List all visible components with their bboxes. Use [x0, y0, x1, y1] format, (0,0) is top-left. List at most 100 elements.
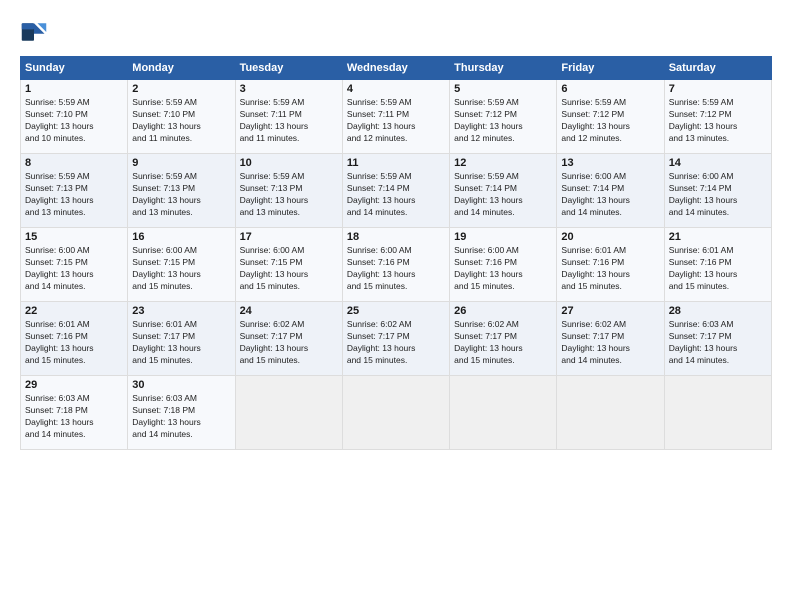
day-info: Sunrise: 5:59 AMSunset: 7:13 PMDaylight:…: [25, 171, 123, 219]
day-number: 8: [25, 157, 123, 169]
day-number: 18: [347, 231, 445, 243]
day-info: Sunrise: 6:00 AMSunset: 7:15 PMDaylight:…: [240, 245, 338, 293]
weekday-header-row: Sunday Monday Tuesday Wednesday Thursday…: [21, 57, 772, 80]
table-row: [557, 376, 664, 450]
day-number: 23: [132, 305, 230, 317]
day-number: 11: [347, 157, 445, 169]
day-number: 10: [240, 157, 338, 169]
table-row: [450, 376, 557, 450]
day-info: Sunrise: 6:02 AMSunset: 7:17 PMDaylight:…: [347, 319, 445, 367]
day-number: 4: [347, 83, 445, 95]
table-row: 28 Sunrise: 6:03 AMSunset: 7:17 PMDayligh…: [664, 302, 771, 376]
day-info: Sunrise: 6:00 AMSunset: 7:16 PMDaylight:…: [347, 245, 445, 293]
day-info: Sunrise: 5:59 AMSunset: 7:14 PMDaylight:…: [454, 171, 552, 219]
day-number: 14: [669, 157, 767, 169]
header-tuesday: Tuesday: [235, 57, 342, 80]
day-info: Sunrise: 6:02 AMSunset: 7:17 PMDaylight:…: [561, 319, 659, 367]
day-info: Sunrise: 6:01 AMSunset: 7:16 PMDaylight:…: [561, 245, 659, 293]
header: [20, 18, 772, 46]
day-info: Sunrise: 6:03 AMSunset: 7:17 PMDaylight:…: [669, 319, 767, 367]
table-row: 5 Sunrise: 5:59 AMSunset: 7:12 PMDaylight…: [450, 80, 557, 154]
table-row: [342, 376, 449, 450]
day-info: Sunrise: 5:59 AMSunset: 7:11 PMDaylight:…: [347, 97, 445, 145]
logo: [20, 18, 52, 46]
day-info: Sunrise: 6:02 AMSunset: 7:17 PMDaylight:…: [454, 319, 552, 367]
calendar-page: Sunday Monday Tuesday Wednesday Thursday…: [0, 0, 792, 612]
table-row: 19Sunrise: 6:00 AMSunset: 7:16 PMDayligh…: [450, 228, 557, 302]
day-info: Sunrise: 6:03 AMSunset: 7:18 PMDaylight:…: [132, 393, 230, 441]
day-info: Sunrise: 6:00 AMSunset: 7:14 PMDaylight:…: [669, 171, 767, 219]
day-info: Sunrise: 6:00 AMSunset: 7:14 PMDaylight:…: [561, 171, 659, 219]
table-row: [235, 376, 342, 450]
calendar-week-1: 1 Sunrise: 5:59 AMSunset: 7:10 PMDaylight…: [21, 80, 772, 154]
table-row: 20 Sunrise: 6:01 AMSunset: 7:16 PMDayligh…: [557, 228, 664, 302]
table-row: 3Sunrise: 5:59 AMSunset: 7:11 PMDaylight…: [235, 80, 342, 154]
table-row: 14 Sunrise: 6:00 AMSunset: 7:14 PMDayligh…: [664, 154, 771, 228]
day-number: 1: [25, 83, 123, 95]
day-number: 21: [669, 231, 767, 243]
table-row: 21 Sunrise: 6:01 AMSunset: 7:16 PMDayligh…: [664, 228, 771, 302]
day-number: 7: [669, 83, 767, 95]
table-row: 15 Sunrise: 6:00 AMSunset: 7:15 PMDayligh…: [21, 228, 128, 302]
header-sunday: Sunday: [21, 57, 128, 80]
day-info: Sunrise: 5:59 AMSunset: 7:10 PMDaylight:…: [132, 97, 230, 145]
day-info: Sunrise: 5:59 AMSunset: 7:13 PMDaylight:…: [240, 171, 338, 219]
table-row: 24Sunrise: 6:02 AMSunset: 7:17 PMDayligh…: [235, 302, 342, 376]
calendar-week-4: 22 Sunrise: 6:01 AMSunset: 7:16 PMDayligh…: [21, 302, 772, 376]
day-number: 6: [561, 83, 659, 95]
day-info: Sunrise: 6:01 AMSunset: 7:16 PMDaylight:…: [25, 319, 123, 367]
day-info: Sunrise: 6:00 AMSunset: 7:16 PMDaylight:…: [454, 245, 552, 293]
day-info: Sunrise: 5:59 AMSunset: 7:12 PMDaylight:…: [561, 97, 659, 145]
day-info: Sunrise: 6:03 AMSunset: 7:18 PMDaylight:…: [25, 393, 123, 441]
table-row: [664, 376, 771, 450]
day-number: 28: [669, 305, 767, 317]
day-info: Sunrise: 6:00 AMSunset: 7:15 PMDaylight:…: [25, 245, 123, 293]
table-row: 10 Sunrise: 5:59 AMSunset: 7:13 PMDayligh…: [235, 154, 342, 228]
header-monday: Monday: [128, 57, 235, 80]
table-row: 16 Sunrise: 6:00 AMSunset: 7:15 PMDayligh…: [128, 228, 235, 302]
day-number: 30: [132, 379, 230, 391]
day-number: 5: [454, 83, 552, 95]
day-number: 16: [132, 231, 230, 243]
table-row: 8 Sunrise: 5:59 AMSunset: 7:13 PMDaylight…: [21, 154, 128, 228]
logo-icon: [20, 18, 48, 46]
day-info: Sunrise: 6:01 AMSunset: 7:17 PMDaylight:…: [132, 319, 230, 367]
table-row: 1 Sunrise: 5:59 AMSunset: 7:10 PMDaylight…: [21, 80, 128, 154]
table-row: 23 Sunrise: 6:01 AMSunset: 7:17 PMDayligh…: [128, 302, 235, 376]
day-number: 3: [240, 83, 338, 95]
calendar-week-2: 8 Sunrise: 5:59 AMSunset: 7:13 PMDaylight…: [21, 154, 772, 228]
calendar-week-5: 29 Sunrise: 6:03 AMSunset: 7:18 PMDayligh…: [21, 376, 772, 450]
day-number: 12: [454, 157, 552, 169]
table-row: 25 Sunrise: 6:02 AMSunset: 7:17 PMDayligh…: [342, 302, 449, 376]
table-row: 22 Sunrise: 6:01 AMSunset: 7:16 PMDayligh…: [21, 302, 128, 376]
table-row: 12 Sunrise: 5:59 AMSunset: 7:14 PMDayligh…: [450, 154, 557, 228]
day-info: Sunrise: 6:01 AMSunset: 7:16 PMDaylight:…: [669, 245, 767, 293]
calendar-table: Sunday Monday Tuesday Wednesday Thursday…: [20, 56, 772, 450]
day-info: Sunrise: 5:59 AMSunset: 7:13 PMDaylight:…: [132, 171, 230, 219]
table-row: 26Sunrise: 6:02 AMSunset: 7:17 PMDayligh…: [450, 302, 557, 376]
day-info: Sunrise: 5:59 AMSunset: 7:12 PMDaylight:…: [454, 97, 552, 145]
table-row: 17 Sunrise: 6:00 AMSunset: 7:15 PMDayligh…: [235, 228, 342, 302]
day-number: 15: [25, 231, 123, 243]
table-row: 30 Sunrise: 6:03 AMSunset: 7:18 PMDayligh…: [128, 376, 235, 450]
day-number: 17: [240, 231, 338, 243]
day-info: Sunrise: 6:02 AMSunset: 7:17 PMDaylight:…: [240, 319, 338, 367]
day-number: 9: [132, 157, 230, 169]
table-row: 2 Sunrise: 5:59 AMSunset: 7:10 PMDaylight…: [128, 80, 235, 154]
table-row: 11Sunrise: 5:59 AMSunset: 7:14 PMDayligh…: [342, 154, 449, 228]
day-number: 29: [25, 379, 123, 391]
table-row: 4 Sunrise: 5:59 AMSunset: 7:11 PMDaylight…: [342, 80, 449, 154]
day-info: Sunrise: 6:00 AMSunset: 7:15 PMDaylight:…: [132, 245, 230, 293]
day-info: Sunrise: 5:59 AMSunset: 7:10 PMDaylight:…: [25, 97, 123, 145]
day-info: Sunrise: 5:59 AMSunset: 7:12 PMDaylight:…: [669, 97, 767, 145]
table-row: 18 Sunrise: 6:00 AMSunset: 7:16 PMDayligh…: [342, 228, 449, 302]
day-number: 25: [347, 305, 445, 317]
day-number: 22: [25, 305, 123, 317]
day-number: 20: [561, 231, 659, 243]
day-number: 13: [561, 157, 659, 169]
header-saturday: Saturday: [664, 57, 771, 80]
table-row: 7 Sunrise: 5:59 AMSunset: 7:12 PMDaylight…: [664, 80, 771, 154]
day-number: 2: [132, 83, 230, 95]
day-number: 27: [561, 305, 659, 317]
calendar-week-3: 15 Sunrise: 6:00 AMSunset: 7:15 PMDayligh…: [21, 228, 772, 302]
